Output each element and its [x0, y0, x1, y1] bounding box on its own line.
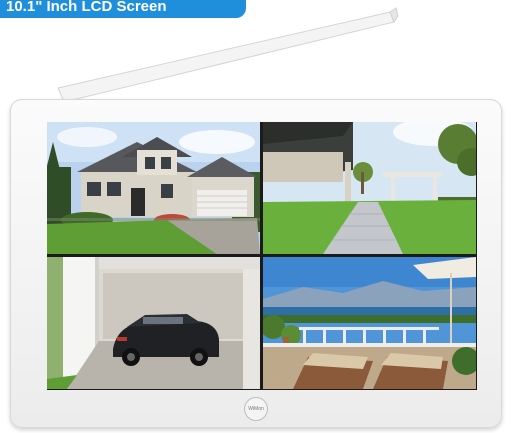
lcd-monitor: WiMon: [10, 99, 502, 428]
garden-patio-scene: [263, 122, 476, 254]
camera-feed-1[interactable]: [47, 122, 260, 254]
logo-text: WiMon: [248, 406, 264, 412]
house-front-scene: [47, 122, 260, 254]
antenna: [57, 7, 399, 103]
garage-car-scene: [47, 257, 260, 389]
camera-screen: [47, 122, 477, 390]
terrace-lake-scene: [263, 257, 476, 389]
camera-feed-2[interactable]: [263, 122, 476, 254]
camera-feed-3[interactable]: [47, 257, 260, 389]
brand-logo: WiMon: [244, 397, 268, 421]
camera-feed-4[interactable]: [263, 257, 476, 389]
